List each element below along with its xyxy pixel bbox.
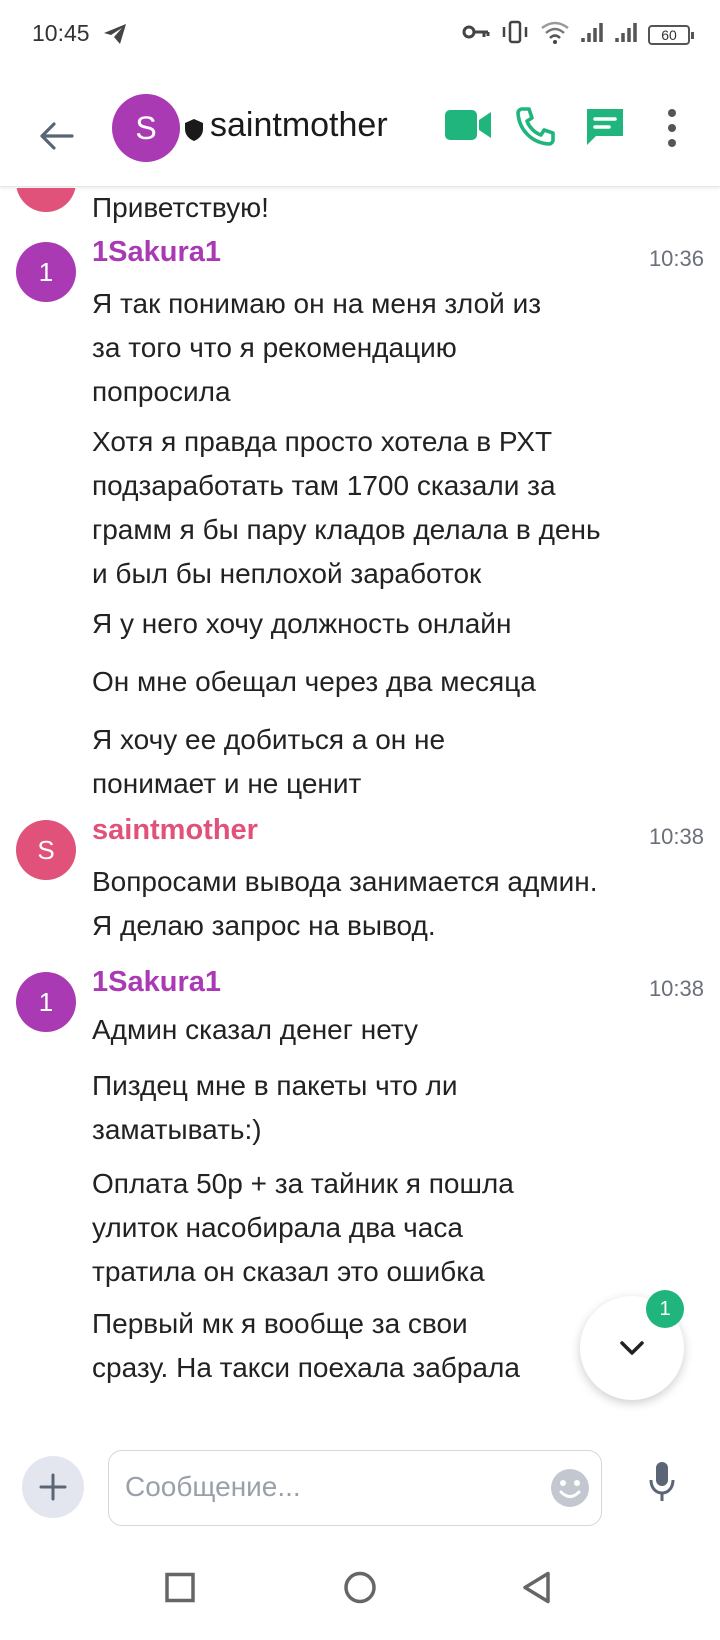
telegram-icon xyxy=(102,22,128,51)
attach-button[interactable] xyxy=(22,1456,84,1518)
avatar[interactable]: S xyxy=(16,820,76,880)
more-options-button[interactable] xyxy=(666,108,678,153)
status-icons: 60 xyxy=(462,20,694,49)
video-call-button[interactable] xyxy=(444,108,492,147)
message-text: Оплата 50р + за тайник я пошла улиток на… xyxy=(92,1168,514,1287)
wifi-icon xyxy=(540,20,570,49)
unread-badge: 1 xyxy=(646,1290,684,1328)
triangle-back-icon xyxy=(523,1571,550,1604)
composer: Сообщение... xyxy=(0,1436,720,1540)
square-icon xyxy=(165,1572,195,1603)
message-time: 10:38 xyxy=(648,824,704,849)
chevron-down-icon xyxy=(620,1341,644,1355)
chat-header: S saintmother xyxy=(0,82,720,187)
message-list[interactable]: Приветствую! 1 1Sakura1 10:36 Я так пони… xyxy=(0,188,720,1432)
signal-icon xyxy=(580,20,604,49)
vibrate-icon xyxy=(500,20,530,49)
chat-title[interactable]: saintmother xyxy=(210,106,388,145)
message-text: Он мне обещал через два месяца xyxy=(92,666,536,697)
avatar[interactable]: S xyxy=(112,94,180,162)
kebab-menu-icon xyxy=(668,109,676,147)
call-button[interactable] xyxy=(516,106,556,151)
message-time: 10:36 xyxy=(648,246,704,271)
message-text: Я у него хочу должность онлайн xyxy=(92,608,512,639)
system-nav-bar xyxy=(0,1540,720,1640)
threads-button[interactable] xyxy=(584,106,626,153)
home-button[interactable] xyxy=(342,1570,378,1611)
recent-apps-button[interactable] xyxy=(164,1572,196,1609)
phone-icon xyxy=(516,107,555,146)
message-text: Пиздец мне в пакеты что ли заматывать:) xyxy=(92,1070,458,1145)
sender-name[interactable]: saintmother xyxy=(92,814,258,847)
message-icon xyxy=(587,109,623,145)
video-camera-icon xyxy=(445,110,491,140)
message-text: Приветствую! xyxy=(92,192,269,223)
message-input[interactable]: Сообщение... xyxy=(108,1450,602,1526)
battery-icon: 60 xyxy=(648,24,694,45)
message-text: Первый мк я вообще за свои сразу. На так… xyxy=(92,1308,520,1383)
avatar[interactable]: 1 xyxy=(16,242,76,302)
signal-icon-2 xyxy=(614,20,638,49)
sender-name[interactable]: 1Sakura1 xyxy=(92,236,221,269)
plus-icon xyxy=(39,1473,67,1501)
microphone-icon xyxy=(649,1462,675,1501)
status-time: 10:45 xyxy=(32,20,90,46)
shield-icon xyxy=(184,118,204,147)
message-text: Я хочу ее добиться а он не понимает и не… xyxy=(92,724,446,799)
message-text: Я так понимаю он на меня злой из за того… xyxy=(92,288,542,407)
message-time: 10:38 xyxy=(648,976,704,1001)
emoji-icon xyxy=(551,1469,589,1507)
message-text: Админ сказал денег нету xyxy=(92,1014,418,1045)
message-text: Вопросами вывода занимается админ. Я дел… xyxy=(92,866,598,941)
back-button[interactable] xyxy=(30,110,82,162)
message-text: Хотя я правда просто хотела в РХТ подзар… xyxy=(92,426,601,589)
message-input-placeholder: Сообщение... xyxy=(125,1471,301,1502)
status-bar: 10:45 60 xyxy=(0,0,720,72)
avatar[interactable] xyxy=(16,188,76,212)
avatar[interactable]: 1 xyxy=(16,972,76,1032)
circle-icon xyxy=(344,1571,376,1604)
back-nav-button[interactable] xyxy=(520,1571,552,1610)
voice-message-button[interactable] xyxy=(648,1460,676,1509)
sender-name[interactable]: 1Sakura1 xyxy=(92,966,221,999)
emoji-button[interactable] xyxy=(549,1467,591,1514)
arrow-left-icon xyxy=(40,122,74,150)
key-icon xyxy=(462,22,490,47)
